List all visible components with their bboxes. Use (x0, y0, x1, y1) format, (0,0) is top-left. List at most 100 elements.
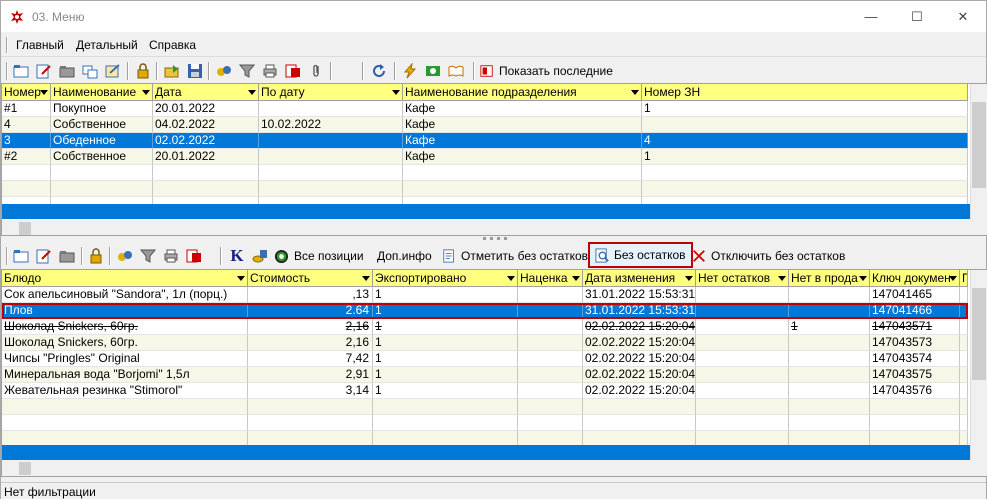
lower-horizontal-scrollbar[interactable] (2, 460, 987, 476)
chevron-down-icon[interactable] (248, 90, 256, 95)
lower-vscroll-thumb[interactable] (972, 288, 986, 380)
edit-button[interactable] (34, 61, 54, 81)
lock-item-button[interactable] (86, 246, 106, 266)
menu-grip[interactable] (6, 37, 8, 53)
upper-grid-col-header[interactable]: Наименование (51, 84, 153, 101)
table-row[interactable] (2, 415, 968, 431)
table-row[interactable] (2, 181, 968, 197)
table-row[interactable]: Минеральная вода "Borjomi" 1,5л 2,91 1 02.0… (2, 367, 968, 383)
open-button[interactable] (57, 61, 77, 81)
menu-items-grid[interactable]: Блюдо Стоимость Экспортировано Наценка Дата … (1, 269, 987, 477)
chevron-down-icon[interactable] (40, 90, 48, 95)
lower-grid-col-header[interactable]: Стоимость (248, 270, 373, 287)
new-item-button[interactable] (11, 246, 31, 266)
filter-item-button[interactable] (138, 246, 158, 266)
table-row[interactable]: #2 Собственное 20.01.2022 Кафе 1 (2, 149, 968, 165)
lower-grid-col-header[interactable]: Ключ докумен (870, 270, 960, 287)
menu-help[interactable]: Справка (149, 38, 196, 52)
chevron-down-icon[interactable] (778, 276, 786, 281)
all-positions-button[interactable]: Все позиции (274, 246, 364, 266)
upper-horizontal-scrollbar[interactable] (2, 220, 987, 235)
show-last-button[interactable]: Показать последние (480, 61, 613, 81)
table-row[interactable]: Жевательная резинка "Stimorol" 3,14 1 02.02… (2, 383, 968, 399)
upper-grid-col-header[interactable]: По дату (259, 84, 403, 101)
chevron-down-icon[interactable] (572, 276, 580, 281)
disable-no-rest-button[interactable]: Отключить без остатков (692, 246, 845, 266)
lock-icon (90, 248, 102, 264)
lower-grid-col-header[interactable]: Дата изменения (583, 270, 696, 287)
table-cell: 10.02.2022 (259, 117, 403, 133)
copy-button[interactable] (80, 61, 100, 81)
chevron-down-icon[interactable] (859, 276, 867, 281)
table-row[interactable]: 3 Обеденное 02.02.2022 Кафе 4 (2, 133, 968, 149)
upper-grid-col-header[interactable]: Дата (153, 84, 259, 101)
no-rest-button[interactable]: Без остатков (588, 242, 693, 268)
chevron-down-icon[interactable] (507, 276, 515, 281)
lower-grid-col-header[interactable]: Нет в прода (789, 270, 870, 287)
lock-icon (137, 63, 149, 79)
table-row[interactable]: Сок апельсиновый "Sandora", 1л (порц.) ,1… (2, 287, 968, 303)
properties-button[interactable] (103, 61, 123, 81)
splitter[interactable] (483, 237, 509, 241)
chevron-down-icon[interactable] (631, 90, 639, 95)
chevron-down-icon[interactable] (392, 90, 400, 95)
lock-button[interactable] (133, 61, 153, 81)
minimize-button[interactable]: — (848, 1, 894, 32)
mark-no-rest-button[interactable]: Отметить без остатков (442, 246, 588, 266)
menu-main[interactable]: Главный (16, 38, 64, 52)
import-button[interactable] (162, 61, 182, 81)
lower-grid-col-header[interactable]: Блюдо (2, 270, 248, 287)
upper-hscroll-thumb[interactable] (19, 222, 31, 235)
refresh-button[interactable] (369, 61, 389, 81)
upper-vscroll-thumb[interactable] (972, 102, 986, 188)
lower-grid-col-header[interactable]: Нет остатков (696, 270, 789, 287)
chevron-down-icon[interactable] (142, 90, 150, 95)
lower-grid-col-header[interactable]: Экспортировано (373, 270, 518, 287)
toolbar-grip-2[interactable] (6, 247, 8, 265)
upper-grid-col-header[interactable]: Наименование подразделения (403, 84, 642, 101)
close-button[interactable]: ✕ (940, 1, 986, 32)
upper-grid-col-header[interactable]: Номер (2, 84, 51, 101)
money-button[interactable] (423, 61, 443, 81)
toolbar-grip[interactable] (6, 62, 8, 80)
chevron-down-icon[interactable] (362, 276, 370, 281)
lower-vertical-scrollbar[interactable] (970, 270, 987, 462)
chevron-down-icon[interactable] (685, 276, 693, 281)
table-row[interactable]: #1 Покупное 20.01.2022 Кафе 1 (2, 101, 968, 117)
group-item-button[interactable] (115, 246, 135, 266)
upper-vertical-scrollbar[interactable] (970, 84, 987, 221)
print-item-button[interactable] (161, 246, 181, 266)
lower-grid-col-header[interactable]: Наценка (518, 270, 583, 287)
menu-detail[interactable]: Детальный (76, 38, 138, 52)
new-button[interactable] (11, 61, 31, 81)
maximize-button[interactable]: ☐ (894, 1, 940, 32)
book-button[interactable] (446, 61, 466, 81)
table-row[interactable]: Чипсы "Pringles" Original 7,42 1 02.02.2022… (2, 351, 968, 367)
attach-button[interactable] (306, 61, 326, 81)
table-row[interactable]: Шоколад Snickers, 60гр. 2,16 1 02.02.2022 1… (2, 335, 968, 351)
print-button[interactable] (260, 61, 280, 81)
chevron-down-icon[interactable] (237, 276, 245, 281)
lightning-button[interactable] (400, 61, 420, 81)
save-button[interactable] (185, 61, 205, 81)
lower-hscroll-thumb[interactable] (19, 462, 31, 475)
group-button[interactable] (214, 61, 234, 81)
table-row[interactable]: Шоколад Snickers, 60гр. 2,16 1 02.02.2022 1… (2, 319, 968, 335)
upper-grid-col-header[interactable]: Номер ЗН (642, 84, 968, 101)
table-row[interactable]: 4 Собственное 04.02.2022 10.02.2022 Кафе (2, 117, 968, 133)
k-button[interactable]: K (227, 246, 247, 266)
report-button[interactable] (283, 61, 303, 81)
dop-info-button[interactable]: Доп.инфо (377, 246, 432, 266)
table-cell: Жевательная резинка "Stimorol" (2, 383, 248, 399)
report-item-button[interactable] (184, 246, 204, 266)
open-item-button[interactable] (57, 246, 77, 266)
table-row[interactable] (2, 165, 968, 181)
documents-grid[interactable]: Номер Наименование Дата По дату Наименование… (1, 83, 987, 236)
chevron-down-icon[interactable] (949, 276, 957, 281)
table-row[interactable] (2, 399, 968, 415)
lower-grid-col-header[interactable]: П (960, 270, 968, 287)
table-row[interactable]: Плов 2.64 1 31.01.2022 15:53:31 147041466 (2, 303, 968, 319)
filter-button[interactable] (237, 61, 257, 81)
calc-button[interactable] (250, 246, 270, 266)
edit-item-button[interactable] (34, 246, 54, 266)
